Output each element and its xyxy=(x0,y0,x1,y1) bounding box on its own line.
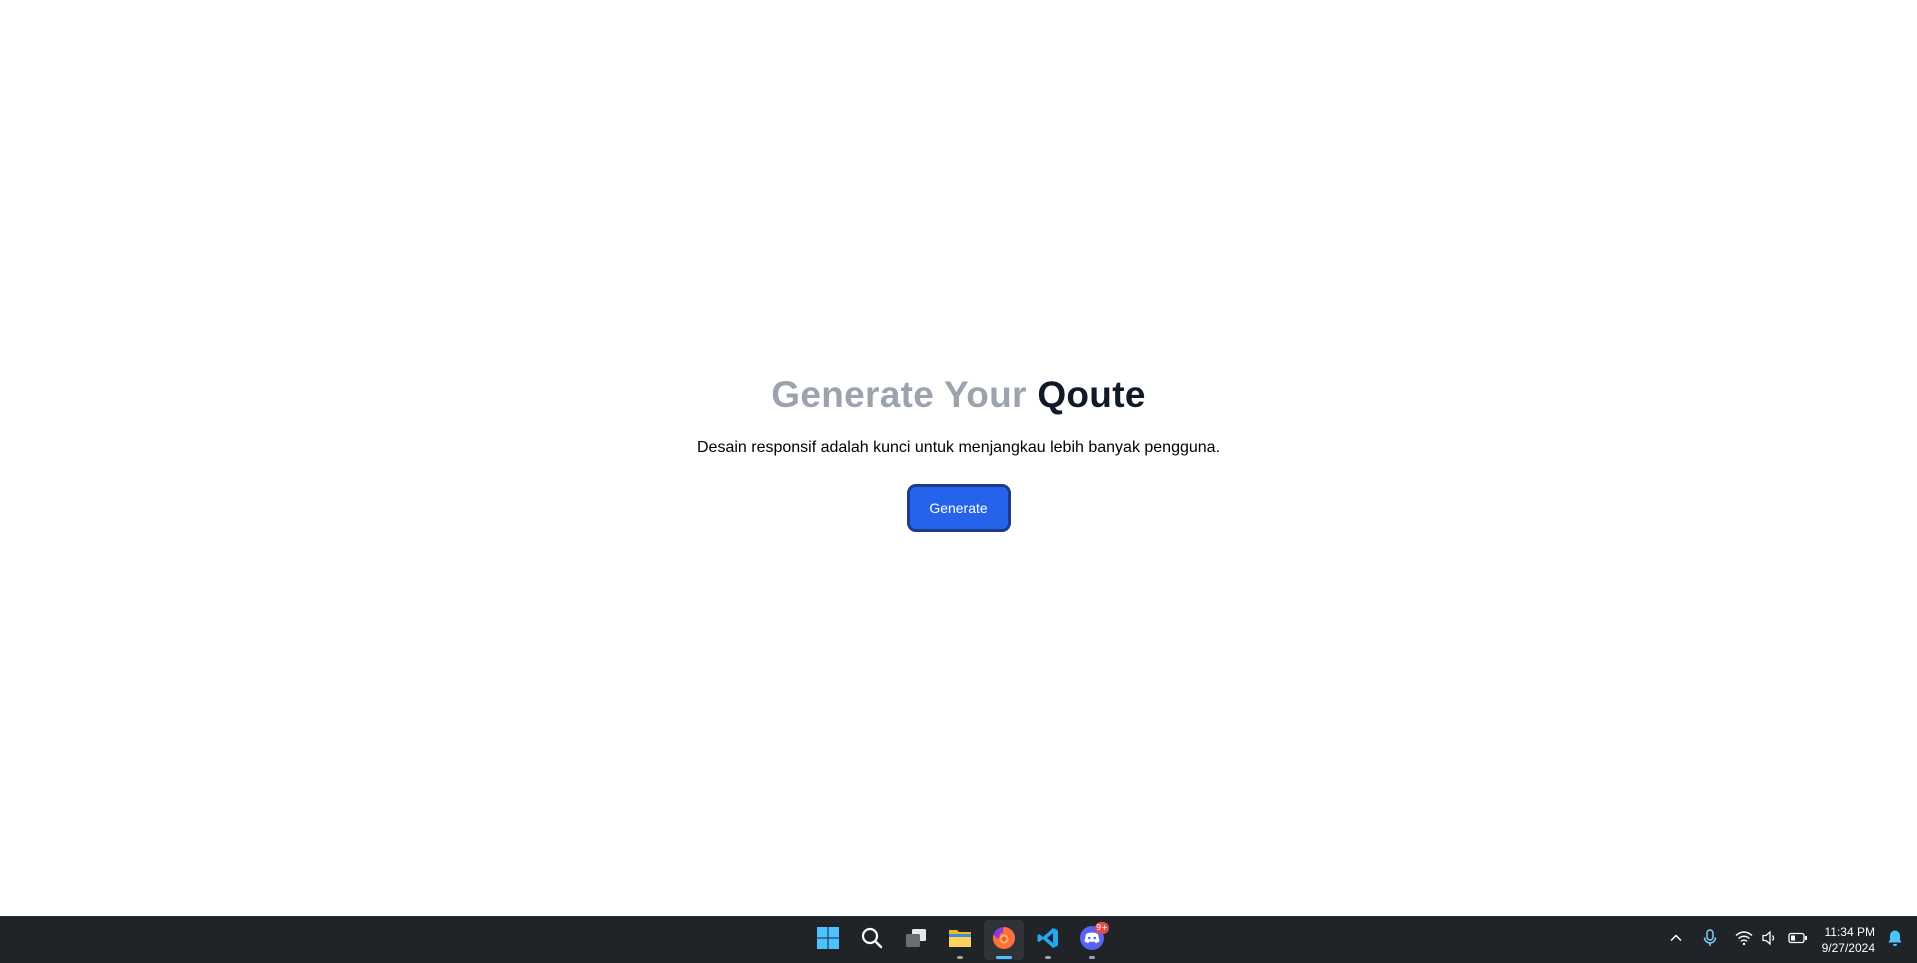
running-indicator xyxy=(957,956,963,959)
browser-page: Generate Your Qoute Desain responsif ada… xyxy=(0,0,1917,916)
volume-icon xyxy=(1761,930,1779,951)
running-indicator xyxy=(1045,956,1051,959)
taskbar-apps: 9+ xyxy=(808,917,1116,963)
page-title: Generate Your Qoute xyxy=(0,368,1917,422)
system-tray: 11:34 PM 9/27/2024 xyxy=(1662,917,1917,963)
search-icon xyxy=(860,926,884,955)
notification-badge: 9+ xyxy=(1095,922,1109,934)
taskbar-task-view[interactable] xyxy=(896,920,936,960)
chevron-up-icon xyxy=(1669,931,1683,950)
generate-button[interactable]: Generate xyxy=(906,484,1011,532)
taskbar-file-explorer[interactable] xyxy=(940,920,980,960)
running-indicator xyxy=(1089,956,1095,959)
clock[interactable]: 11:34 PM 9/27/2024 xyxy=(1822,924,1875,956)
quote-text: Desain responsif adalah kunci untuk menj… xyxy=(696,439,1221,456)
taskbar-discord[interactable]: 9+ xyxy=(1072,920,1112,960)
microphone-button[interactable] xyxy=(1698,928,1722,952)
network-button[interactable] xyxy=(1732,928,1756,952)
wifi-icon xyxy=(1735,930,1753,951)
microphone-icon xyxy=(1702,928,1718,952)
taskbar-firefox[interactable] xyxy=(984,920,1024,960)
battery-icon xyxy=(1787,931,1808,950)
taskbar-search[interactable] xyxy=(852,920,892,960)
battery-button[interactable] xyxy=(1786,928,1810,952)
taskbar: 9+ 11:34 PM 9/27/2024 xyxy=(0,916,1917,963)
volume-button[interactable] xyxy=(1758,928,1782,952)
hero-section: Generate Your Qoute Desain responsif ada… xyxy=(0,368,1917,532)
file-explorer-icon xyxy=(947,926,973,955)
title-part-generate-your: Generate Your xyxy=(771,374,1027,415)
taskbar-start[interactable] xyxy=(808,920,848,960)
vscode-icon xyxy=(1036,926,1060,955)
clock-date: 9/27/2024 xyxy=(1821,941,1875,955)
show-hidden-icons-button[interactable] xyxy=(1664,928,1688,952)
bell-icon xyxy=(1887,929,1903,952)
notifications-button[interactable] xyxy=(1881,926,1909,954)
clock-time: 11:34 PM xyxy=(1824,925,1875,939)
start-icon xyxy=(816,926,840,955)
task-view-icon xyxy=(904,926,928,955)
taskbar-vscode[interactable] xyxy=(1028,920,1068,960)
title-part-qoute: Qoute xyxy=(1037,374,1146,415)
firefox-icon xyxy=(991,925,1017,956)
active-indicator xyxy=(996,956,1012,959)
